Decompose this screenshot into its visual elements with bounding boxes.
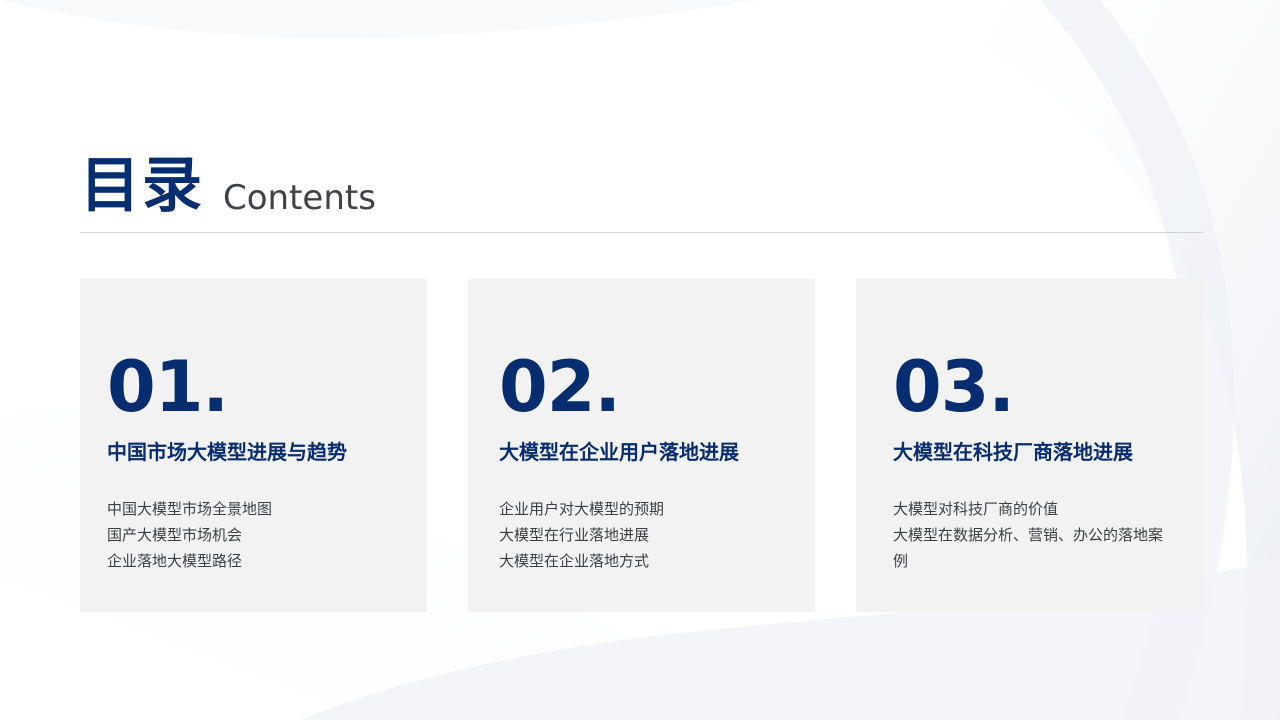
toc-card-1[interactable]: 01. 中国市场大模型进展与趋势 中国大模型市场全景地图 国产大模型市场机会 企… — [80, 279, 427, 612]
card-item-list: 中国大模型市场全景地图 国产大模型市场机会 企业落地大模型路径 — [107, 496, 377, 574]
page-title: 目录 — [80, 151, 204, 221]
list-item: 例 — [893, 552, 909, 570]
list-item: 国产大模型市场机会 — [107, 526, 243, 544]
card-title: 大模型在企业用户落地进展 — [499, 440, 739, 464]
slide-header: 目录 Contents — [80, 150, 1203, 232]
card-number: 03. — [893, 346, 1015, 428]
toc-card-2[interactable]: 02. 大模型在企业用户落地进展 企业用户对大模型的预期 大模型在行业落地进展 … — [468, 279, 815, 612]
list-item: 大模型在企业落地方式 — [499, 552, 650, 570]
list-item: 大模型在数据分析、营销、办公的落地案 — [893, 526, 1164, 544]
list-item: 中国大模型市场全景地图 — [107, 500, 273, 518]
card-title: 大模型在科技厂商落地进展 — [893, 440, 1133, 464]
card-number: 01. — [107, 346, 229, 428]
toc-slide: 目录 Contents 01. 中国市场大模型进展与趋势 中国大模型市场全景地图… — [0, 0, 1280, 720]
list-item: 企业落地大模型路径 — [107, 552, 243, 570]
list-item: 大模型对科技厂商的价值 — [893, 500, 1059, 518]
card-item-list: 企业用户对大模型的预期 大模型在行业落地进展 大模型在企业落地方式 — [499, 496, 769, 574]
header-divider — [80, 232, 1203, 233]
card-number: 02. — [499, 346, 621, 428]
list-item: 企业用户对大模型的预期 — [499, 500, 665, 518]
card-item-list: 大模型对科技厂商的价值 大模型在数据分析、营销、办公的落地案 例 — [893, 496, 1163, 574]
page-subtitle: Contents — [223, 178, 376, 218]
list-item: 大模型在行业落地进展 — [499, 526, 650, 544]
toc-card-3[interactable]: 03. 大模型在科技厂商落地进展 大模型对科技厂商的价值 大模型在数据分析、营销… — [856, 279, 1203, 612]
card-title: 中国市场大模型进展与趋势 — [107, 440, 347, 464]
